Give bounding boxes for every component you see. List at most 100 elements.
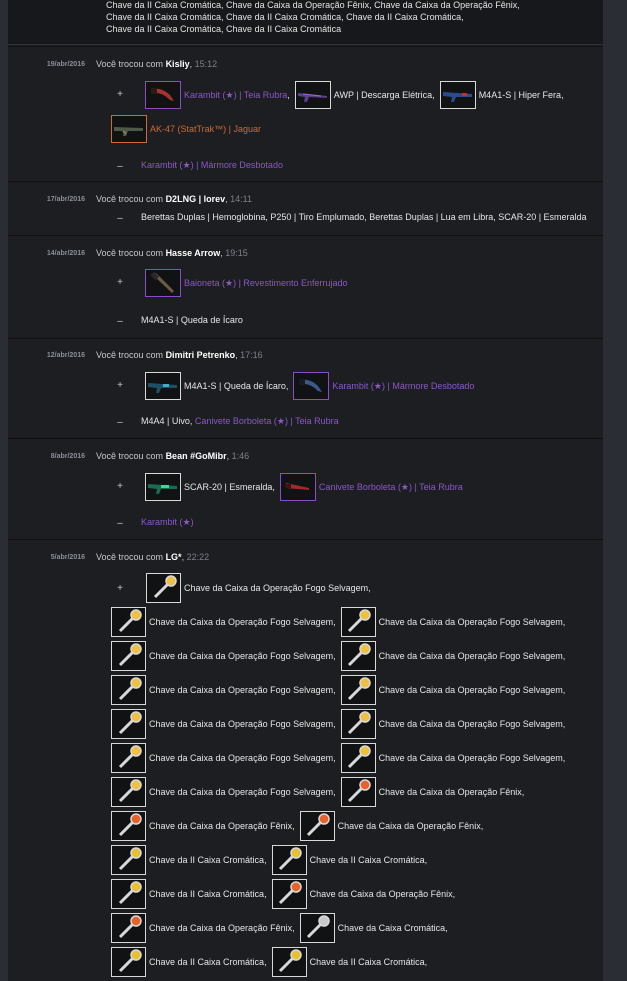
trade-item[interactable]: Chave da Caixa da Operação Fênix,: [340, 777, 525, 807]
key-icon: [299, 811, 335, 841]
trade-item[interactable]: Chave da II Caixa Cromática,: [271, 845, 427, 875]
trade-partner-name[interactable]: Bean #GoMibr: [166, 451, 227, 461]
trade-entry: 19/abr/2016 Você trocou com Kisliy, 15:1…: [8, 46, 603, 182]
received-marker: +: [117, 89, 123, 100]
trade-partner-name[interactable]: Dimitri Petrenko: [166, 350, 236, 360]
key-icon: [340, 607, 376, 637]
rifle-icon: [439, 81, 476, 109]
trade-item[interactable]: Canivete Borboleta (★) | Teia Rubra: [279, 473, 463, 501]
item-name[interactable]: Karambit (★): [141, 517, 194, 527]
item-name: Chave da Caixa da Operação Fogo Selvagem: [378, 651, 563, 661]
key-icon: [111, 743, 146, 773]
key-row: Chave da Caixa da Operação Fogo Selvagem…: [111, 743, 570, 773]
trade-time: 15:12: [194, 59, 218, 69]
trade-history-list: Chave da II Caixa Cromática, Chave da Ca…: [8, 0, 603, 981]
trade-prefix: Você trocou com: [96, 59, 164, 69]
trade-item[interactable]: Chave da Caixa da Operação Fogo Selvagem…: [111, 641, 336, 671]
key-row: Chave da II Caixa Cromática, Chave da II …: [111, 947, 432, 977]
item-separator: ,: [333, 685, 336, 695]
trade-item[interactable]: Chave da Caixa da Operação Fogo Selvagem…: [340, 675, 565, 705]
trade-partner-name[interactable]: Kisliy: [166, 59, 190, 69]
given-items[interactable]: Berettas Duplas | Hemoglobina, P250 | Ti…: [141, 212, 587, 222]
trade-item[interactable]: Chave da Caixa Cromática,: [299, 913, 448, 943]
trade-item[interactable]: Chave da Caixa da Operação Fogo Selvagem…: [146, 573, 371, 603]
item-list-line: Chave da II Caixa Cromática, Chave da II…: [106, 12, 464, 22]
trade-item[interactable]: Chave da Caixa da Operação Fogo Selvagem…: [340, 641, 566, 671]
item-name[interactable]: Canivete Borboleta (★) | Teia Rubra: [195, 416, 339, 426]
trade-item[interactable]: Chave da Caixa da Operação Fênix,: [271, 879, 455, 909]
trade-item[interactable]: Chave da Caixa da Operação Fogo Selvagem…: [340, 709, 566, 739]
key-icon: [111, 607, 146, 637]
item-name: Chave da Caixa da Operação Fogo Selvagem: [378, 685, 563, 695]
trade-item[interactable]: SCAR-20 | Esmeralda,: [145, 473, 275, 501]
trade-partner-name[interactable]: LG*: [166, 552, 182, 562]
key-icon: [271, 947, 307, 977]
trade-item[interactable]: Chave da Caixa da Operação Fênix,: [111, 913, 295, 943]
rifle-icon: [111, 115, 147, 143]
trade-item[interactable]: AWP | Descarga Elétrica,: [294, 81, 435, 109]
trade-header: Você trocou com Dimitri Petrenko, 17:16: [96, 350, 263, 360]
trade-entry: 12/abr/2016 Você trocou com Dimitri Petr…: [8, 338, 603, 439]
key-icon: [271, 879, 307, 909]
item-name: Chave da II Caixa Cromática: [149, 855, 265, 865]
trade-item[interactable]: Chave da II Caixa Cromática,: [111, 845, 267, 875]
trade-item[interactable]: Chave da II Caixa Cromática,: [111, 879, 267, 909]
rifle-icon: [294, 81, 331, 109]
trade-header: Você trocou com Hasse Arrow, 19:15: [96, 248, 248, 258]
trade-item[interactable]: Chave da Caixa da Operação Fogo Selvagem…: [340, 743, 565, 773]
trade-item[interactable]: Karambit (★) | Mármore Desbotado: [293, 372, 474, 400]
trade-header: Você trocou com LG*, 22:22: [96, 552, 210, 562]
knife-icon: [145, 269, 181, 297]
key-row: Chave da Caixa da Operação Fênix, Chave d…: [111, 913, 453, 943]
item-separator: ,: [264, 889, 267, 899]
trade-item[interactable]: Chave da Caixa da Operação Fênix,: [111, 811, 295, 841]
previous-trade-tail: Chave da II Caixa Cromática, Chave da Ca…: [8, 0, 603, 45]
trade-item[interactable]: Karambit (★) | Teia Rubra,: [145, 81, 290, 109]
item-separator: ,: [424, 957, 428, 967]
trade-item[interactable]: M4A1-S | Hiper Fera,: [439, 81, 564, 109]
trade-item[interactable]: Chave da II Caixa Cromática,: [271, 947, 428, 977]
trade-item[interactable]: AK-47 (StatTrak™) | Jaguar: [111, 115, 261, 143]
trade-item[interactable]: Chave da Caixa da Operação Fogo Selvagem…: [111, 607, 336, 637]
given-marker: –: [117, 518, 123, 529]
item-name: Chave da Caixa da Operação Fogo Selvagem: [149, 651, 334, 661]
trade-item[interactable]: Baioneta (★) | Revestimento Enferrujado: [145, 269, 348, 297]
trade-item[interactable]: Chave da Caixa da Operação Fogo Selvagem…: [340, 607, 565, 637]
received-marker: +: [117, 380, 123, 391]
trade-partner-name[interactable]: D2LNG | lorev: [166, 194, 226, 204]
trade-date: 19/abr/2016: [46, 61, 85, 68]
trade-item[interactable]: Chave da Caixa da Operação Fogo Selvagem…: [111, 675, 336, 705]
item-name: Karambit (★) | Mármore Desbotado: [332, 380, 475, 391]
knife-icon: [293, 372, 330, 400]
trade-date: 14/abr/2016: [46, 250, 85, 257]
key-icon: [340, 641, 376, 671]
trade-prefix: Você trocou com: [96, 451, 164, 461]
item-name[interactable]: M4A4 | Uivo,: [141, 416, 195, 426]
key-icon: [271, 845, 307, 875]
item-separator: ,: [562, 719, 566, 729]
item-name[interactable]: Karambit (★) | Mármore Desbotado: [141, 160, 283, 170]
trade-item[interactable]: Chave da Caixa da Operação Fogo Selvagem…: [111, 709, 336, 739]
key-icon: [111, 811, 146, 841]
trade-entry: 5/abr/2016 Você trocou com LG*, 22:22 + …: [8, 539, 603, 981]
item-separator: ,: [521, 787, 525, 797]
received-marker: +: [117, 583, 123, 594]
trade-partner-name[interactable]: Hasse Arrow: [166, 248, 221, 258]
received-items-row: M4A1-S | Queda de Ícaro, Karambit (★) | …: [145, 372, 479, 400]
trade-item[interactable]: Chave da Caixa da Operação Fênix,: [299, 811, 483, 841]
rifle-icon: [145, 372, 181, 400]
trade-time: 22:22: [186, 552, 210, 562]
key-row: Chave da Caixa da Operação Fogo Selvagem…: [111, 641, 570, 671]
trade-item[interactable]: Chave da Caixa da Operação Fogo Selvagem…: [111, 777, 336, 807]
key-row: Chave da II Caixa Cromática, Chave da II …: [111, 845, 432, 875]
item-separator: ,: [562, 651, 566, 661]
given-items[interactable]: M4A1-S | Queda de Ícaro: [141, 315, 243, 325]
trade-item[interactable]: Chave da II Caixa Cromática,: [111, 947, 267, 977]
key-icon: [111, 709, 146, 739]
trade-item[interactable]: Chave da Caixa da Operação Fogo Selvagem…: [111, 743, 336, 773]
trade-time: 17:16: [240, 350, 263, 360]
received-items-row: Karambit (★) | Teia Rubra, AWP | Descarg…: [145, 81, 569, 109]
key-icon: [340, 743, 376, 773]
trade-item[interactable]: M4A1-S | Queda de Ícaro,: [145, 372, 288, 400]
item-separator: ,: [264, 855, 267, 865]
